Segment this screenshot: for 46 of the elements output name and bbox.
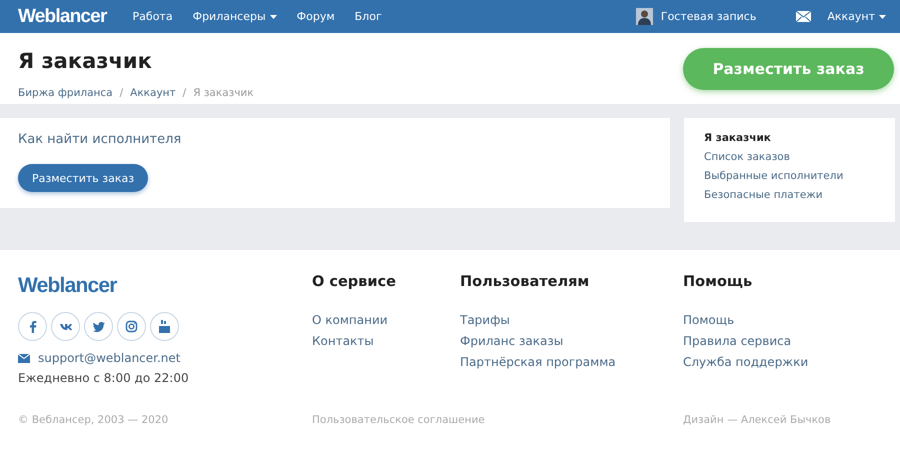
- nav-link[interactable]: Фрилансеры: [192, 10, 277, 23]
- footer-link[interactable]: Контакты: [312, 334, 460, 348]
- breadcrumb-separator: /: [182, 86, 186, 98]
- user-link[interactable]: Гостевая запись: [660, 10, 756, 23]
- nav-link[interactable]: Блог: [354, 10, 382, 23]
- footer-link[interactable]: Правила сервиса: [683, 334, 808, 348]
- footer-logo[interactable]: Weblancer: [18, 274, 312, 298]
- working-hours: Ежедневно с 8:00 до 22:00: [18, 371, 190, 385]
- sidebar-item[interactable]: Выбранные исполнители: [704, 170, 875, 182]
- nav-link[interactable]: Работа: [132, 10, 173, 23]
- copyright: © Веблансер, 2003 — 2020: [18, 414, 170, 426]
- breadcrumb[interactable]: Биржа фриланса: [18, 86, 113, 98]
- tube-icon: [158, 320, 171, 333]
- social-button[interactable]: [84, 312, 113, 341]
- social-button[interactable]: [150, 312, 179, 341]
- social-button[interactable]: [117, 312, 146, 341]
- footer-link[interactable]: Служба поддержки: [683, 355, 808, 369]
- footer-link[interactable]: Партнёрская программа: [460, 355, 683, 369]
- breadcrumb[interactable]: Аккаунт: [130, 86, 176, 98]
- bird-icon: [92, 320, 105, 333]
- footer-heading: О сервисе: [312, 274, 397, 290]
- nav-link[interactable]: Форум: [296, 10, 335, 23]
- post-order-button[interactable]: Разместить заказ: [18, 164, 148, 192]
- account-menu[interactable]: Аккаунт: [827, 10, 886, 23]
- footer-heading: Помощь: [683, 274, 754, 290]
- camera-icon: [125, 320, 138, 333]
- social-button[interactable]: [51, 312, 80, 341]
- sidebar-item[interactable]: Безопасные платежи: [704, 189, 875, 201]
- footer-link[interactable]: О компании: [312, 313, 460, 327]
- page-title: Я заказчик: [18, 48, 153, 72]
- mail-icon: [18, 354, 30, 362]
- avatar-icon: [636, 8, 653, 25]
- sidebar-item[interactable]: Я заказчик: [704, 132, 875, 144]
- mail-icon: [796, 11, 812, 22]
- section-heading: Как найти исполнителя: [18, 132, 182, 147]
- breadcrumb-separator: /: [120, 86, 124, 98]
- footer-link[interactable]: Тарифы: [460, 313, 683, 327]
- footer-heading: Пользователям: [460, 274, 590, 290]
- logo[interactable]: Weblancer: [18, 6, 107, 28]
- sidebar-item[interactable]: Список заказов: [704, 151, 875, 163]
- footer-link[interactable]: Фриланс заказы: [460, 334, 683, 348]
- design-credit: Дизайн — Алексей Бычков: [683, 414, 831, 426]
- email-link[interactable]: support@weblancer.net: [38, 351, 180, 365]
- social-button[interactable]: [18, 312, 47, 341]
- footer-link[interactable]: Помощь: [683, 313, 808, 327]
- current-page-label: Я заказчик: [193, 86, 254, 98]
